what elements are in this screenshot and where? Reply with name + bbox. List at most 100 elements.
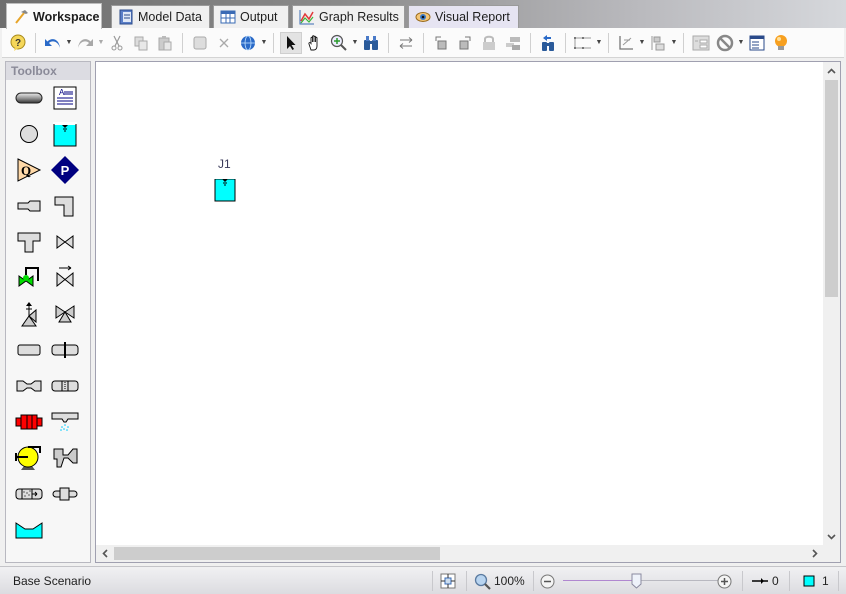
tool-pump[interactable]: [14, 444, 44, 472]
tab-visual-report[interactable]: Visual Report: [408, 5, 519, 28]
scroll-down-button[interactable]: [823, 528, 840, 545]
tool-bend[interactable]: [50, 192, 80, 220]
tool-assigned-pressure[interactable]: P: [50, 156, 80, 184]
annotation-button[interactable]: [690, 32, 712, 54]
tips-button[interactable]: [770, 32, 792, 54]
redo-dropdown[interactable]: ▼: [97, 32, 105, 54]
tool-control-valve[interactable]: [14, 262, 44, 290]
zoom-dropdown[interactable]: ▼: [351, 32, 359, 54]
tool-filter[interactable]: [14, 480, 44, 508]
junction-j1-reservoir[interactable]: [214, 176, 236, 202]
undo-dropdown[interactable]: ▼: [65, 32, 73, 54]
toolbox-title: Toolbox: [6, 62, 90, 80]
tool-three-way-valve[interactable]: [50, 300, 80, 328]
align-button[interactable]: [615, 32, 637, 54]
tool-annotation[interactable]: A: [50, 84, 80, 112]
junction-label-j1[interactable]: J1: [218, 157, 231, 171]
align-icon: [619, 35, 633, 50]
reverse-direction-button[interactable]: [395, 32, 417, 54]
distribute-button[interactable]: [647, 32, 669, 54]
rotate-left-button[interactable]: [430, 32, 452, 54]
scroll-right-button[interactable]: [806, 545, 823, 562]
special-condition-dropdown[interactable]: ▼: [737, 32, 745, 54]
tool-valve[interactable]: [50, 228, 80, 256]
cut-button[interactable]: [106, 32, 128, 54]
tab-workspace[interactable]: Workspace: [6, 3, 102, 29]
tab-output[interactable]: Output: [213, 5, 289, 28]
tool-heat-exchanger[interactable]: [14, 408, 44, 436]
horizontal-scrollbar[interactable]: [96, 545, 823, 562]
tool-dead-end[interactable]: [50, 480, 80, 508]
paste-button[interactable]: [154, 32, 176, 54]
orifice-icon: [51, 342, 79, 358]
globe-icon: [241, 35, 255, 50]
tool-assigned-flow[interactable]: Q: [14, 156, 44, 184]
distribute-dropdown[interactable]: ▼: [670, 32, 678, 54]
lock-button[interactable]: [478, 32, 500, 54]
tool-venturi[interactable]: [14, 372, 44, 400]
zoom-level-text: 100%: [494, 574, 525, 588]
redo-button[interactable]: [74, 32, 96, 54]
properties-button[interactable]: [746, 32, 768, 54]
delete-button[interactable]: [213, 32, 235, 54]
pipe-routing-button[interactable]: [572, 32, 594, 54]
find-button[interactable]: [360, 32, 382, 54]
spray-discharge-icon: [51, 412, 79, 431]
scenario-name[interactable]: Base Scenario: [13, 574, 91, 588]
pan-tool-button[interactable]: [304, 32, 326, 54]
scroll-left-button[interactable]: [96, 545, 113, 562]
tool-pipe[interactable]: [14, 84, 44, 112]
minus-circle-icon: [540, 574, 555, 588]
zoom-in-button[interactable]: [717, 571, 732, 591]
zoom-tool-button[interactable]: [328, 32, 350, 54]
tab-label: Visual Report: [435, 10, 510, 24]
zoom-out-button[interactable]: [540, 571, 555, 591]
undo-button[interactable]: [42, 32, 64, 54]
tool-relief-valve[interactable]: [14, 300, 44, 328]
filter-icon: [15, 488, 43, 500]
tool-check-valve[interactable]: [50, 262, 80, 290]
tool-area-change[interactable]: [14, 192, 44, 220]
zoom-level-button[interactable]: 100%: [474, 571, 525, 591]
tool-screen[interactable]: [50, 372, 80, 400]
tab-model-data[interactable]: Model Data: [111, 5, 210, 28]
horizontal-scroll-thumb[interactable]: [114, 547, 440, 560]
group-icon: [193, 36, 207, 49]
select-tool-button[interactable]: [280, 31, 302, 54]
globe-button[interactable]: [237, 32, 259, 54]
special-condition-button[interactable]: [714, 32, 736, 54]
globe-dropdown[interactable]: ▼: [260, 32, 268, 54]
tool-volume-balance[interactable]: [50, 444, 80, 472]
find-back-button[interactable]: [537, 32, 559, 54]
lock-icon: [483, 35, 495, 50]
join-button[interactable]: [502, 32, 524, 54]
workspace-canvas[interactable]: J1: [96, 62, 823, 545]
group-button[interactable]: [189, 32, 211, 54]
tool-tee[interactable]: [14, 228, 44, 256]
tool-general-component[interactable]: [14, 336, 44, 364]
dead-end-icon: [52, 487, 78, 501]
branch-circle-icon: [20, 125, 38, 143]
relief-valve-icon: [21, 302, 37, 327]
tool-orifice[interactable]: [50, 336, 80, 364]
text-annotation-icon: A: [53, 86, 77, 110]
binoculars-icon: [364, 35, 378, 50]
scroll-up-button[interactable]: [823, 62, 840, 79]
tab-bar: Workspace Model Data Output Graph Result…: [0, 0, 846, 29]
tab-graph-results[interactable]: Graph Results: [292, 5, 405, 28]
junction-count-value: 1: [822, 574, 829, 588]
rotate-right-button[interactable]: [454, 32, 476, 54]
vertical-scroll-thumb[interactable]: [825, 80, 838, 297]
tool-spray-discharge[interactable]: [50, 408, 80, 436]
align-dropdown[interactable]: ▼: [638, 32, 646, 54]
vertical-scrollbar[interactable]: [823, 62, 840, 545]
tool-branch[interactable]: [14, 120, 44, 148]
fit-to-window-button[interactable]: [440, 571, 456, 591]
tool-reservoir[interactable]: [50, 120, 80, 148]
help-button[interactable]: ?: [7, 32, 29, 54]
volume-balance-icon: [53, 448, 78, 468]
zoom-slider-thumb[interactable]: [631, 573, 642, 589]
pipe-routing-dropdown[interactable]: ▼: [595, 32, 603, 54]
tool-open-tank[interactable]: [14, 516, 44, 544]
copy-button[interactable]: [130, 32, 152, 54]
